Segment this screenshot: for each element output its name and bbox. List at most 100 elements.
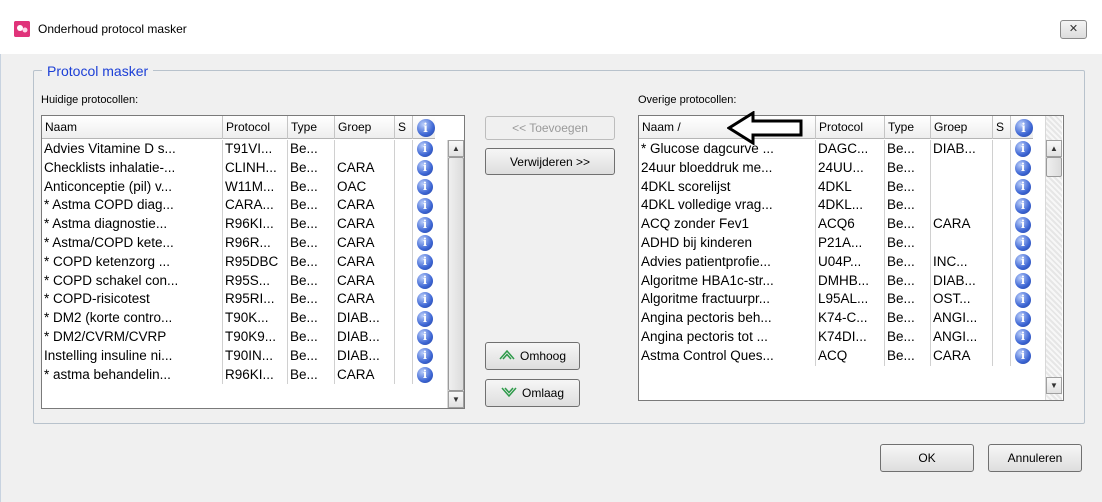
table-row[interactable]: Instelling insuline ni... T90IN... Be... DI… bbox=[42, 346, 435, 366]
info-icon[interactable]: i bbox=[417, 216, 433, 233]
info-icon[interactable]: i bbox=[1015, 141, 1031, 158]
info-icon[interactable]: i bbox=[1015, 310, 1031, 327]
scroll-thumb[interactable] bbox=[448, 157, 464, 391]
table-row[interactable]: Algoritme fractuurpr... L95AL... Be... OST.… bbox=[639, 290, 1033, 310]
cell-info[interactable]: i bbox=[1011, 196, 1033, 215]
table-row[interactable]: Astma Control Ques... ACQ Be... CARA i bbox=[639, 346, 1033, 366]
cell-info[interactable]: i bbox=[413, 215, 435, 234]
table-row[interactable]: Angina pectoris beh... K74-C... Be... ANGI.… bbox=[639, 309, 1033, 328]
column-header-protocol[interactable]: Protocol bbox=[223, 116, 288, 139]
table-row[interactable]: ACQ zonder Fev1 ACQ6 Be... CARA i bbox=[639, 215, 1033, 234]
info-icon[interactable]: i bbox=[417, 235, 433, 252]
info-icon[interactable]: i bbox=[417, 272, 433, 289]
info-icon[interactable]: i bbox=[417, 254, 433, 271]
info-icon[interactable]: i bbox=[1015, 254, 1031, 271]
table-row[interactable]: * COPD ketenzorg ... R95DBC Be... CARA i bbox=[42, 252, 435, 272]
table-row[interactable]: Advies patientprofie... U04P... Be... INC..… bbox=[639, 252, 1033, 272]
info-icon[interactable]: i bbox=[1015, 348, 1031, 365]
info-icon[interactable]: i bbox=[1015, 235, 1031, 252]
table-row[interactable]: * Astma diagnostie... R96KI... Be... CARA i bbox=[42, 215, 435, 234]
info-icon[interactable]: i bbox=[1015, 160, 1031, 177]
cell-info[interactable]: i bbox=[413, 253, 435, 272]
scroll-up-button[interactable]: ▲ bbox=[448, 140, 464, 157]
info-icon[interactable]: i bbox=[417, 291, 433, 308]
cell-info[interactable]: i bbox=[1011, 234, 1033, 253]
table-row[interactable]: 4DKL scorelijst 4DKL Be... i bbox=[639, 177, 1033, 197]
move-up-button[interactable]: Omhoog bbox=[485, 342, 580, 370]
table-row[interactable]: Angina pectoris tot ... K74DI... Be... ANGI… bbox=[639, 327, 1033, 347]
column-header-s[interactable]: S bbox=[395, 116, 413, 139]
table-row[interactable]: 4DKL volledige vrag... 4DKL... Be... i bbox=[639, 196, 1033, 216]
cell-info[interactable]: i bbox=[1011, 347, 1033, 366]
cell-info[interactable]: i bbox=[413, 290, 435, 309]
table-row[interactable]: * astma behandelin... R96KI... Be... CARA i bbox=[42, 365, 435, 385]
column-header-naam[interactable]: Naam bbox=[42, 116, 223, 139]
info-icon[interactable]: i bbox=[1015, 197, 1031, 214]
cell-info[interactable]: i bbox=[413, 347, 435, 366]
other-protocols-list[interactable]: Naam / Protocol Type Groep Si * Glucose dagc… bbox=[638, 115, 1064, 401]
remove-button[interactable]: Verwijderen >> bbox=[485, 148, 615, 175]
info-icon[interactable]: i bbox=[417, 178, 433, 195]
scroll-thumb[interactable] bbox=[1046, 157, 1062, 177]
cell-info[interactable]: i bbox=[413, 272, 435, 291]
cell-info[interactable]: i bbox=[413, 140, 435, 159]
info-icon[interactable]: i bbox=[417, 160, 433, 177]
current-protocols-scrollbar[interactable]: ▲ ▼ bbox=[447, 140, 464, 408]
info-icon[interactable]: i bbox=[417, 366, 433, 383]
column-header-info[interactable]: i bbox=[1011, 116, 1033, 139]
table-row[interactable]: * COPD-risicotest R95RI... Be... CARA i bbox=[42, 290, 435, 310]
info-icon[interactable]: i bbox=[1015, 178, 1031, 195]
cell-info[interactable]: i bbox=[1011, 328, 1033, 347]
cell-info[interactable]: i bbox=[1011, 290, 1033, 309]
table-row[interactable]: * Glucose dagcurve ... DAGC... Be... DIAB..… bbox=[639, 140, 1033, 159]
column-header-type[interactable]: Type bbox=[288, 116, 335, 139]
table-row[interactable]: * Astma COPD diag... CARA... Be... CARA i bbox=[42, 196, 435, 216]
column-header-groep[interactable]: Groep bbox=[931, 116, 993, 139]
info-icon[interactable]: i bbox=[1015, 272, 1031, 289]
scroll-up-button[interactable]: ▲ bbox=[1046, 140, 1062, 157]
info-icon[interactable]: i bbox=[417, 348, 433, 365]
info-icon[interactable]: i bbox=[1015, 329, 1031, 346]
info-icon[interactable]: i bbox=[1015, 291, 1031, 308]
table-row[interactable]: Advies Vitamine D s... T91VI... Be... i bbox=[42, 140, 435, 159]
table-row[interactable]: Algoritme HBA1c-str... DMHB... Be... DIAB..… bbox=[639, 271, 1033, 291]
cancel-button[interactable]: Annuleren bbox=[988, 444, 1082, 472]
cell-info[interactable]: i bbox=[413, 196, 435, 215]
column-header-protocol[interactable]: Protocol bbox=[816, 116, 885, 139]
table-row[interactable]: ADHD bij kinderen P21A... Be... i bbox=[639, 233, 1033, 253]
cell-info[interactable]: i bbox=[413, 159, 435, 178]
column-header-info[interactable]: i bbox=[413, 116, 435, 139]
column-header-s[interactable]: S bbox=[993, 116, 1011, 139]
move-down-button[interactable]: Omlaag bbox=[485, 379, 580, 407]
cell-info[interactable]: i bbox=[1011, 272, 1033, 291]
cell-info[interactable]: i bbox=[1011, 309, 1033, 328]
cell-info[interactable]: i bbox=[1011, 253, 1033, 272]
info-icon[interactable]: i bbox=[417, 141, 433, 158]
column-header-groep[interactable]: Groep bbox=[335, 116, 395, 139]
ok-button[interactable]: OK bbox=[880, 444, 974, 472]
cell-info[interactable]: i bbox=[413, 234, 435, 253]
info-icon[interactable]: i bbox=[417, 329, 433, 346]
cell-info[interactable]: i bbox=[413, 309, 435, 328]
cell-info[interactable]: i bbox=[413, 366, 435, 385]
cell-info[interactable]: i bbox=[1011, 215, 1033, 234]
table-row[interactable]: Anticonceptie (pil) v... W11M... Be... OAC i bbox=[42, 177, 435, 197]
info-icon[interactable]: i bbox=[417, 197, 433, 214]
table-row[interactable]: 24uur bloeddruk me... 24UU... Be... i bbox=[639, 158, 1033, 178]
table-row[interactable]: Checklists inhalatie-... CLINH... Be... CAR… bbox=[42, 158, 435, 178]
cell-info[interactable]: i bbox=[413, 178, 435, 197]
info-icon[interactable]: i bbox=[1015, 216, 1031, 233]
cell-info[interactable]: i bbox=[413, 328, 435, 347]
table-row[interactable]: * DM2/CVRM/CVRP T90K9... Be... DIAB... i bbox=[42, 327, 435, 347]
add-button[interactable]: << Toevoegen bbox=[485, 116, 615, 140]
scroll-down-button[interactable]: ▼ bbox=[448, 391, 464, 408]
other-protocols-scrollbar[interactable]: ▲ ▼ bbox=[1045, 116, 1062, 400]
close-button[interactable]: ✕ bbox=[1060, 20, 1087, 39]
table-row[interactable]: * COPD schakel con... R95S... Be... CARA i bbox=[42, 271, 435, 291]
info-icon[interactable]: i bbox=[417, 310, 433, 327]
column-header-type[interactable]: Type bbox=[885, 116, 931, 139]
table-row[interactable]: * Astma/COPD kete... R96R... Be... CARA i bbox=[42, 233, 435, 253]
cell-info[interactable]: i bbox=[1011, 159, 1033, 178]
cell-info[interactable]: i bbox=[1011, 178, 1033, 197]
current-protocols-list[interactable]: Naam Protocol Type Groep Si Advies Vitamine … bbox=[41, 115, 465, 409]
